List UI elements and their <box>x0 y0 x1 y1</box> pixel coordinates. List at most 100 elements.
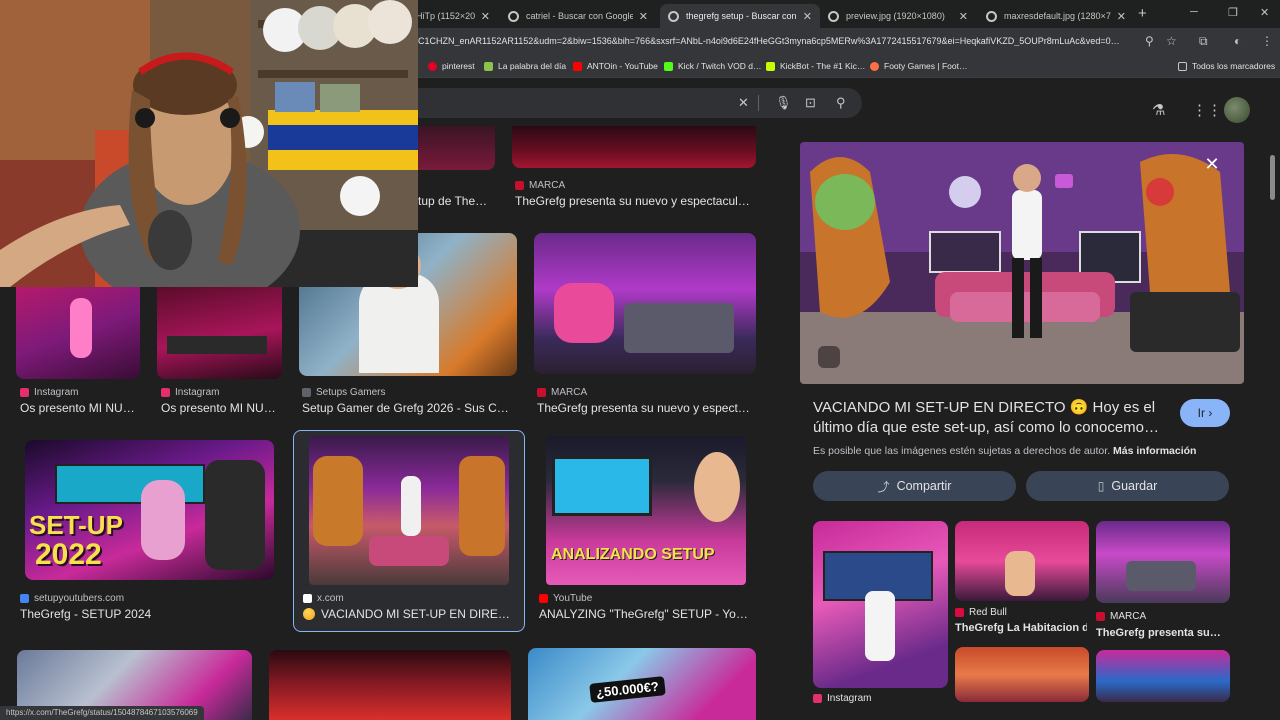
related-source[interactable]: Instagram <box>813 693 871 704</box>
window-close-icon[interactable]: ✕ <box>1260 6 1269 19</box>
zoom-icon[interactable]: ⚲ <box>1145 34 1154 48</box>
source-label: MARCA <box>529 180 566 191</box>
related-source[interactable]: Red Bull <box>955 607 1007 618</box>
tab-thegrefg-setup[interactable]: thegrefg setup - Buscar con Go ✕ <box>660 4 820 28</box>
result-title[interactable]: tup de The… <box>418 194 498 208</box>
share-button[interactable]: ⤴ Compartir <box>813 471 1016 501</box>
result-title[interactable]: ANALYZING "TheGrefg" SETUP - Yo… <box>539 607 751 621</box>
result-source[interactable]: x.com <box>303 593 344 604</box>
result-source[interactable]: MARCA <box>515 180 565 191</box>
restore-icon[interactable]: ❐ <box>1228 6 1238 19</box>
result-title[interactable]: TheGrefg presenta su nuevo y espectacul… <box>515 194 755 208</box>
related-title[interactable]: TheGrefg presenta su… <box>1096 627 1228 639</box>
result-image[interactable] <box>512 126 756 168</box>
extensions-icon[interactable]: ⧉ <box>1199 34 1208 49</box>
clear-icon[interactable]: ✕ <box>738 95 749 111</box>
close-icon[interactable]: ✕ <box>481 10 490 23</box>
result-image[interactable] <box>534 233 756 374</box>
tab-catriel[interactable]: catriel - Buscar con Google ✕ <box>500 4 656 28</box>
tab-preview[interactable]: preview.jpg (1920×1080) ✕ <box>820 4 976 28</box>
bookmark-palabra-del-dia[interactable]: La palabra del día <box>484 61 566 71</box>
avatar[interactable] <box>1224 97 1250 123</box>
close-icon[interactable]: ✕ <box>959 10 968 23</box>
preview-image[interactable] <box>800 142 1244 384</box>
bookmark-antoin[interactable]: ANTOin - YouTube <box>573 61 658 71</box>
minimize-icon[interactable]: ─ <box>1190 6 1198 18</box>
bookmark-label: pinterest <box>442 61 475 71</box>
bookmark-icon: ▯ <box>1097 479 1105 493</box>
thumbnail-text: 2022 <box>35 538 102 571</box>
bookmark-kickbot[interactable]: KickBot - The #1 Kic… <box>766 61 865 71</box>
copyright-text: Es posible que las imágenes estén sujeta… <box>813 445 1111 457</box>
thumbnail-text: ANALIZANDO SETUP <box>551 546 715 563</box>
related-image[interactable] <box>955 647 1089 702</box>
bookmark-pinterest[interactable]: pinterest <box>428 61 475 71</box>
instagram-icon <box>20 388 29 397</box>
related-image[interactable] <box>813 521 948 688</box>
profile-icon[interactable]: ◐ <box>1234 34 1241 48</box>
visit-button[interactable]: Ir › <box>1180 399 1230 427</box>
new-tab-icon[interactable]: + <box>1138 5 1147 22</box>
result-image[interactable]: SET-UP 2022 <box>25 440 274 580</box>
thumbnail-text: ¿50.000€? <box>589 676 666 703</box>
bookmark-label: Footy Games | Foot… <box>884 61 968 71</box>
result-title[interactable]: VACIANDO MI SET-UP EN DIRE… <box>303 607 511 621</box>
share-label: Compartir <box>896 479 952 493</box>
save-button[interactable]: ▯ Guardar <box>1026 471 1229 501</box>
microphone-icon[interactable]: 🎙 <box>775 95 792 111</box>
visit-label: Ir <box>1197 406 1205 420</box>
more-info-link[interactable]: Más información <box>1113 445 1196 457</box>
redbull-icon <box>955 608 964 617</box>
related-image[interactable] <box>1096 521 1230 603</box>
result-image[interactable]: ¿50.000€? <box>528 648 756 720</box>
result-image[interactable] <box>309 436 509 585</box>
result-image[interactable] <box>16 286 140 379</box>
close-icon[interactable]: ✕ <box>803 10 812 23</box>
related-image[interactable] <box>955 521 1089 601</box>
tab-maxresdefault[interactable]: maxresdefault.jpg (1280×720) ✕ <box>978 4 1134 28</box>
close-icon[interactable]: ✕ <box>1117 10 1126 23</box>
result-source[interactable]: YouTube <box>539 593 592 604</box>
tab-label: preview.jpg (1920×1080) <box>846 11 945 21</box>
result-source[interactable]: Instagram <box>161 387 219 398</box>
result-title[interactable]: TheGrefg - SETUP 2024 <box>20 607 270 621</box>
related-image[interactable] <box>1096 650 1230 702</box>
result-image[interactable] <box>269 650 511 720</box>
bookmark-footy-games[interactable]: Footy Games | Foot… <box>870 61 967 71</box>
source-label: YouTube <box>553 593 593 604</box>
save-label: Guardar <box>1111 479 1158 493</box>
result-source[interactable]: setupyoutubers.com <box>20 593 124 604</box>
scrollbar[interactable] <box>1268 150 1276 690</box>
lens-icon[interactable]: ⊡ <box>805 95 816 111</box>
panel-title[interactable]: VACIANDO MI SET-UP EN DIRECTO 🙃 Hoy es e… <box>813 398 1165 438</box>
apps-grid-icon[interactable]: ⋮⋮ <box>1192 101 1222 119</box>
result-source[interactable]: Instagram <box>20 387 78 398</box>
result-image[interactable] <box>157 286 282 379</box>
result-title[interactable]: Os presento MI NU… <box>161 401 283 415</box>
star-icon[interactable]: ☆ <box>1166 34 1177 48</box>
tab-image-1[interactable]: HiTp (1152×20… ✕ <box>408 4 498 28</box>
lens-search-icon[interactable] <box>818 346 840 368</box>
globe-icon <box>828 10 839 22</box>
source-label: setupyoutubers.com <box>34 593 125 604</box>
result-image[interactable] <box>418 126 495 170</box>
close-icon[interactable]: ✕ <box>639 10 648 23</box>
close-icon[interactable]: ✕ <box>1198 150 1226 178</box>
result-title[interactable]: Setup Gamer de Grefg 2026 - Sus C… <box>302 401 516 415</box>
result-source[interactable]: Setups Gamers <box>302 387 385 398</box>
search-input[interactable]: ✕ 🎙 ⊡ ⚲ <box>404 88 862 118</box>
bookmark-kick-twitch[interactable]: Kick / Twitch VOD d… <box>664 61 761 71</box>
bookmarks-folder[interactable]: Todos los marcadores <box>1178 61 1275 71</box>
result-title[interactable]: TheGrefg presenta su nuevo y espect… <box>537 401 753 415</box>
labs-icon[interactable]: ⚗ <box>1152 101 1165 119</box>
scrollbar-thumb[interactable] <box>1270 155 1275 200</box>
related-source[interactable]: MARCA <box>1096 611 1146 622</box>
result-title[interactable]: Os presento MI NU… <box>20 401 142 415</box>
webcam-feed <box>0 0 418 287</box>
result-source[interactable]: MARCA <box>537 387 587 398</box>
url-field[interactable]: C1CHZN_enAR1152AR1152&udm=2&biw=1536&bih… <box>418 36 1140 46</box>
result-image[interactable]: ANALIZANDO SETUP <box>546 436 746 585</box>
search-icon[interactable]: ⚲ <box>836 95 846 111</box>
menu-icon[interactable]: ⋮ <box>1261 34 1273 48</box>
related-title[interactable]: TheGrefg La Habitacion d… <box>955 622 1087 634</box>
